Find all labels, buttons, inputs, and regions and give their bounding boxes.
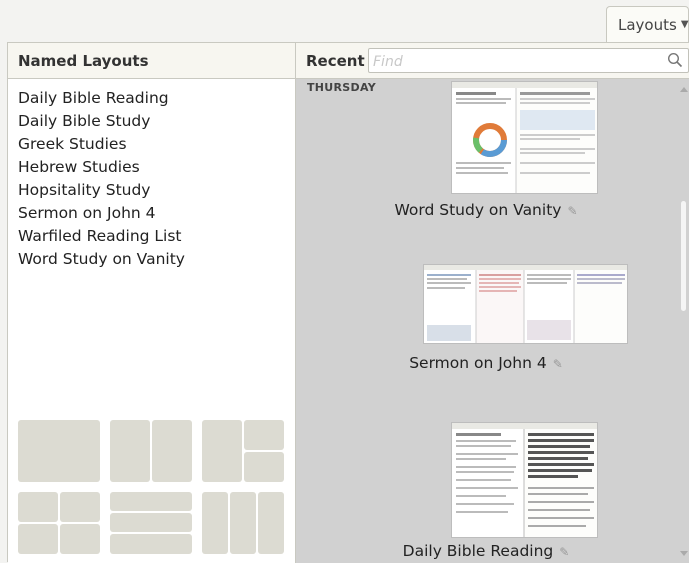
recent-entry-title[interactable]: Word Study on Vanity ✎ [296, 201, 676, 219]
template-pane [230, 492, 256, 554]
scroll-down-icon[interactable] [680, 551, 688, 556]
layout-thumbnail[interactable] [451, 422, 598, 538]
template-pane [110, 492, 192, 511]
recent-entry-label: Sermon on John 4 [409, 354, 547, 372]
template-pane [244, 420, 284, 450]
layout-template-three-columns[interactable] [202, 492, 284, 554]
named-layout-item[interactable]: Daily Bible Study [18, 110, 295, 133]
layout-thumbnail[interactable] [423, 264, 628, 344]
recent-entry-label: Daily Bible Reading [402, 542, 554, 560]
named-layouts-pane: Named Layouts Daily Bible Reading Daily … [8, 43, 296, 563]
recent-entry-title[interactable]: Sermon on John 4 ✎ [296, 354, 676, 372]
template-pane [152, 420, 192, 482]
layouts-panel: Named Layouts Daily Bible Reading Daily … [7, 42, 689, 563]
named-layout-item[interactable]: Hopsitality Study [18, 179, 295, 202]
template-pane [18, 524, 58, 554]
template-pane [202, 420, 242, 482]
named-layout-item[interactable]: Hebrew Studies [18, 156, 295, 179]
layout-template-three-rows[interactable] [110, 492, 192, 554]
named-layout-item[interactable]: Warfiled Reading List [18, 225, 295, 248]
chevron-down-icon: ▼ [680, 19, 689, 30]
edit-icon[interactable]: ✎ [559, 545, 569, 559]
layout-template-left-and-stacked-right[interactable] [202, 420, 284, 482]
layout-template-two-columns[interactable] [110, 420, 192, 482]
named-layouts-list: Daily Bible Reading Daily Bible Study Gr… [8, 79, 295, 271]
named-layout-item[interactable]: Daily Bible Reading [18, 87, 295, 110]
recent-title: Recent [306, 51, 365, 70]
recent-entry-title[interactable]: Daily Bible Reading ✎ [296, 542, 676, 560]
recent-pane: Recent THURSDAY [296, 43, 689, 563]
template-pane [60, 492, 100, 522]
template-pane [60, 524, 100, 554]
day-group-label: THURSDAY [307, 81, 376, 94]
layout-template-four-grid[interactable] [18, 492, 100, 554]
layout-preview [452, 423, 597, 537]
scroll-thumb[interactable] [681, 201, 686, 311]
layout-templates [18, 420, 286, 556]
layouts-menu-button[interactable]: Layouts ▼ [606, 6, 689, 42]
template-pane [18, 492, 58, 522]
scroll-up-icon[interactable] [680, 87, 688, 92]
search-icon[interactable] [667, 52, 683, 68]
template-pane [110, 513, 192, 532]
named-layout-item[interactable]: Greek Studies [18, 133, 295, 156]
template-pane [258, 492, 284, 554]
layout-thumbnail[interactable] [451, 81, 598, 194]
search-input[interactable] [369, 49, 665, 74]
named-layout-item[interactable]: Word Study on Vanity [18, 248, 295, 271]
named-layout-item[interactable]: Sermon on John 4 [18, 202, 295, 225]
template-pane [202, 492, 228, 554]
template-pane [18, 420, 100, 482]
recent-entry-label: Word Study on Vanity [394, 201, 562, 219]
edit-icon[interactable]: ✎ [553, 357, 563, 371]
named-layouts-title: Named Layouts [18, 51, 149, 70]
named-layouts-header: Named Layouts [8, 43, 295, 79]
layout-template-single[interactable] [18, 420, 100, 482]
template-pane [110, 420, 150, 482]
recent-header: Recent [296, 43, 689, 79]
layout-preview [424, 265, 627, 343]
top-bar: Layouts ▼ [0, 0, 689, 43]
recent-scrollbar[interactable] [677, 79, 689, 563]
edit-icon[interactable]: ✎ [567, 204, 577, 218]
layouts-button-label: Layouts [618, 15, 677, 34]
template-pane [244, 452, 284, 482]
layout-preview [452, 82, 597, 193]
template-pane [110, 534, 192, 554]
search-box [368, 48, 689, 74]
